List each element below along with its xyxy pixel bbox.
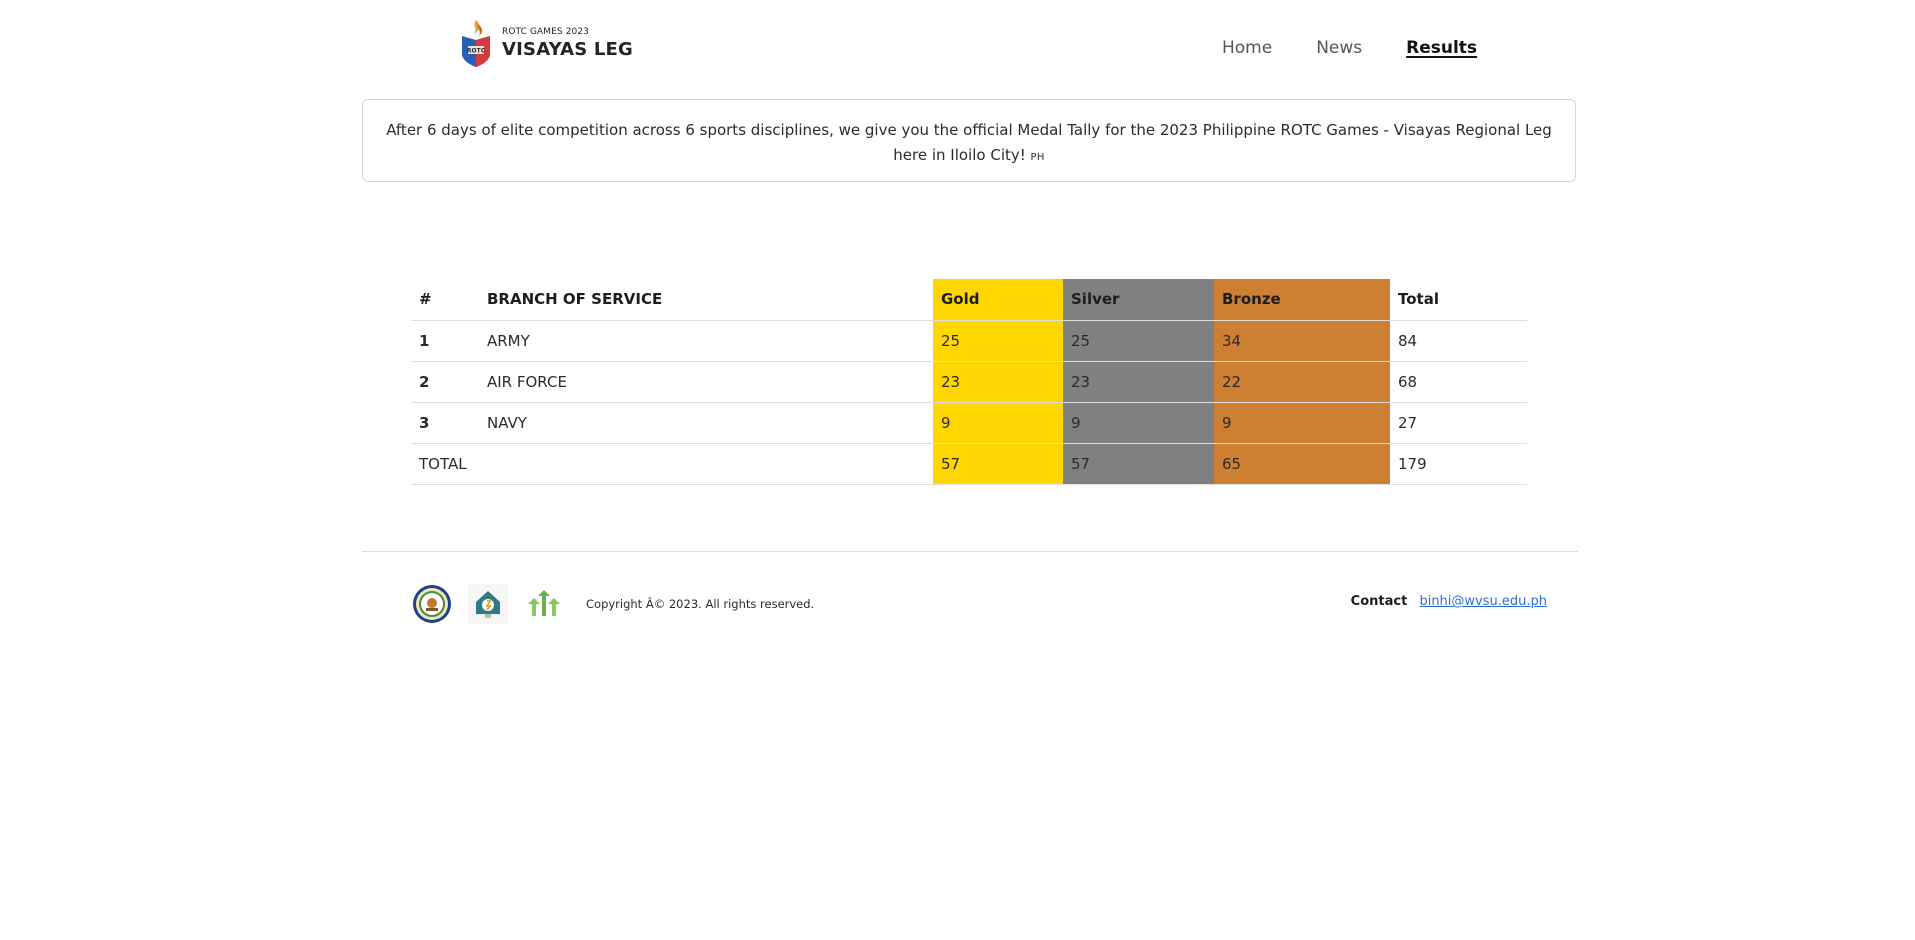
lightbulb-house-icon — [468, 584, 508, 624]
medal-tally-notice: After 6 days of elite competition across… — [362, 99, 1576, 182]
totals-total: 179 — [1390, 443, 1527, 485]
row-gold: 23 — [933, 361, 1063, 403]
site-header: ROTC ROTC GAMES 2023 VISAYAS LEG Home Ne… — [0, 0, 1915, 90]
row-silver: 25 — [1063, 320, 1214, 362]
row-bronze: 22 — [1214, 361, 1390, 403]
svg-text:ROTC: ROTC — [467, 48, 486, 55]
copyright-text: Copyright Â© 2023. All rights reserved. — [586, 597, 815, 611]
site-footer: Copyright Â© 2023. All rights reserved. … — [412, 582, 1547, 626]
row-gold: 9 — [933, 402, 1063, 444]
nav-news[interactable]: News — [1316, 38, 1362, 58]
totals-label: TOTAL — [411, 443, 933, 485]
totals-gold: 57 — [933, 443, 1063, 485]
row-rank: 1 — [411, 320, 479, 362]
brand[interactable]: ROTC ROTC GAMES 2023 VISAYAS LEG — [460, 18, 633, 68]
contact-email-link[interactable]: binhi@wvsu.edu.ph — [1419, 594, 1547, 609]
brand-subtitle: ROTC GAMES 2023 — [502, 26, 590, 37]
medal-table: # BRANCH OF SERVICE Gold Silver Bronze T… — [411, 279, 1527, 485]
brand-title: VISAYAS LEG — [502, 38, 634, 60]
nav-home[interactable]: Home — [1222, 38, 1272, 58]
header-gold: Gold — [933, 279, 1063, 321]
row-rank: 2 — [411, 361, 479, 403]
header-rank: # — [411, 279, 479, 321]
table-header-row: # BRANCH OF SERVICE Gold Silver Bronze T… — [411, 279, 1527, 321]
nav-results[interactable]: Results — [1406, 38, 1477, 58]
row-total: 84 — [1390, 320, 1527, 362]
header-silver: Silver — [1063, 279, 1214, 321]
totals-row: TOTAL 57 57 65 179 — [411, 443, 1527, 485]
row-total: 27 — [1390, 402, 1527, 444]
rotc-games-shield-logo-icon: ROTC — [462, 20, 490, 67]
table-row: 1 ARMY 25 25 34 84 — [411, 320, 1527, 362]
university-seal-icon — [413, 585, 451, 623]
notice-text: After 6 days of elite competition across… — [386, 121, 1552, 164]
footer-divider — [362, 551, 1578, 552]
row-branch: AIR FORCE — [479, 361, 933, 403]
main-nav: Home News Results — [1222, 38, 1477, 58]
row-branch: ARMY — [479, 320, 933, 362]
row-total: 68 — [1390, 361, 1527, 403]
header-bronze: Bronze — [1214, 279, 1390, 321]
row-branch: NAVY — [479, 402, 933, 444]
table-row: 3 NAVY 9 9 9 27 — [411, 402, 1527, 444]
totals-bronze: 65 — [1214, 443, 1390, 485]
ph-flag-icon: PH — [1030, 152, 1045, 163]
totals-silver: 57 — [1063, 443, 1214, 485]
header-branch: BRANCH OF SERVICE — [479, 279, 933, 321]
row-gold: 25 — [933, 320, 1063, 362]
row-silver: 23 — [1063, 361, 1214, 403]
row-bronze: 9 — [1214, 402, 1390, 444]
row-silver: 9 — [1063, 402, 1214, 444]
row-rank: 3 — [411, 402, 479, 444]
table-row: 2 AIR FORCE 23 23 22 68 — [411, 361, 1527, 403]
row-bronze: 34 — [1214, 320, 1390, 362]
contact-label: Contact — [1350, 594, 1408, 609]
contact-section: Contact binhi@wvsu.edu.ph — [1351, 594, 1547, 609]
header-total: Total — [1390, 279, 1527, 321]
binhi-tree-icon — [528, 590, 560, 616]
